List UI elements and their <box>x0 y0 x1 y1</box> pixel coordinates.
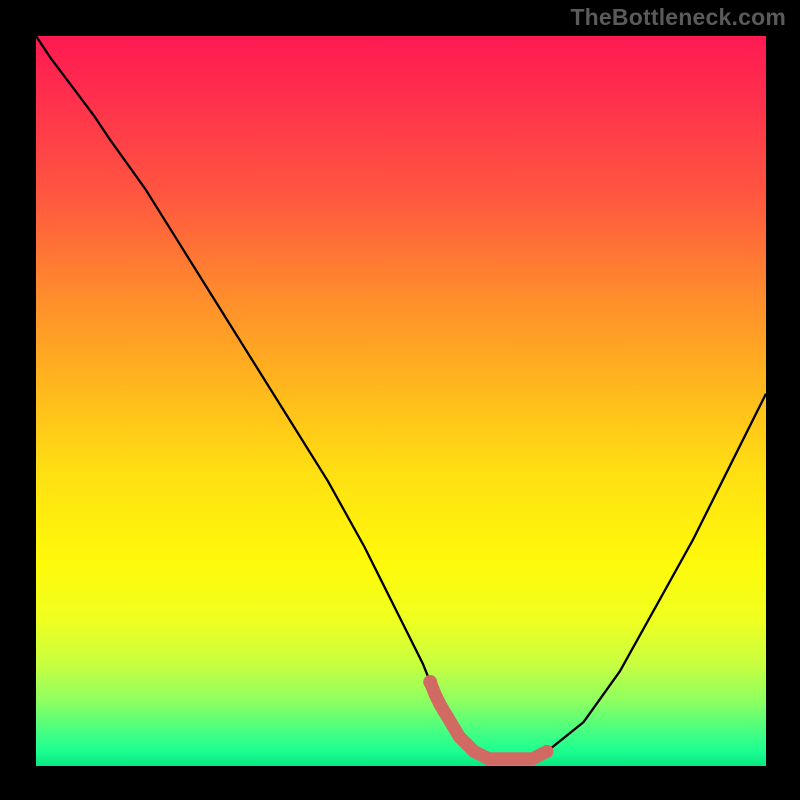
watermark-text: TheBottleneck.com <box>570 4 786 31</box>
plot-area <box>36 36 766 766</box>
highlight-path <box>430 682 547 759</box>
bottleneck-curve <box>36 36 766 759</box>
chart-container: TheBottleneck.com <box>0 0 800 800</box>
highlight-dot <box>423 675 437 689</box>
sweet-spot-highlight <box>423 675 547 759</box>
chart-svg <box>36 36 766 766</box>
curve-group <box>36 36 766 759</box>
